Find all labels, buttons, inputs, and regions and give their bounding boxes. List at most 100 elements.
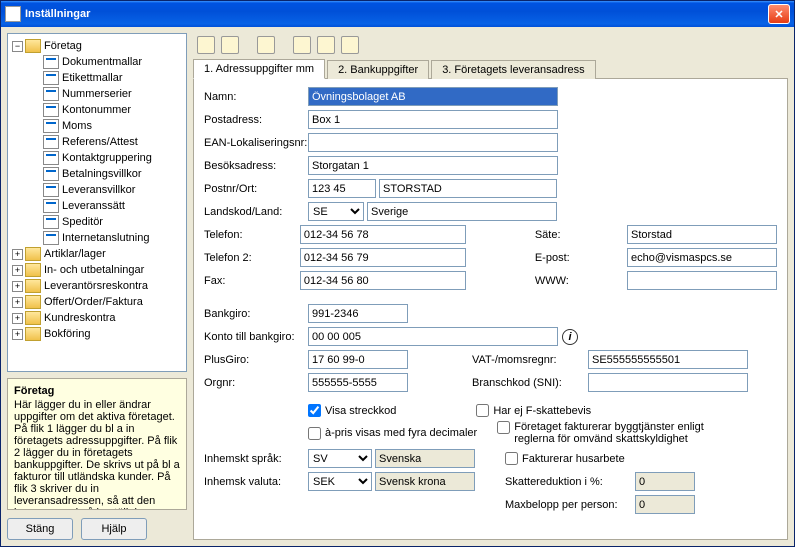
input-www[interactable]	[627, 271, 777, 290]
tab-delivery[interactable]: 3. Företagets leveransadress	[431, 60, 595, 79]
tree-item-lev[interactable]: + Leverantörsreskontra	[10, 278, 184, 294]
edit-icon[interactable]	[257, 36, 275, 54]
label-postadress: Postadress:	[204, 114, 308, 126]
select-valuta[interactable]: SEK	[308, 472, 372, 491]
expand-icon[interactable]: +	[12, 281, 23, 292]
help-button[interactable]: Hjälp	[81, 518, 147, 540]
input-besok[interactable]	[308, 156, 558, 175]
label-namn: Namn:	[204, 91, 308, 103]
tree-item[interactable]: Internetanslutning	[28, 230, 184, 246]
tree-item-inout[interactable]: + In- och utbetalningar	[10, 262, 184, 278]
input-namn[interactable]	[308, 87, 558, 106]
tree-label: Kundreskontra	[44, 312, 116, 324]
input-postnr[interactable]	[308, 179, 376, 198]
input-bransch[interactable]	[588, 373, 748, 392]
tree-item[interactable]: Etikettmallar	[28, 70, 184, 86]
display-valuta	[375, 472, 475, 491]
tab-bank[interactable]: 2. Bankuppgifter	[327, 60, 429, 79]
tree-item[interactable]: Speditör	[28, 214, 184, 230]
tree-item[interactable]: Kontaktgruppering	[28, 150, 184, 166]
tree-label: Bokföring	[44, 328, 90, 340]
input-bankgiro[interactable]	[308, 304, 408, 323]
input-land[interactable]	[367, 202, 557, 221]
check-bygg[interactable]: Företaget fakturerar byggtjänster enligt…	[497, 421, 734, 445]
folder-icon	[25, 39, 41, 53]
collapse-icon[interactable]: −	[12, 41, 23, 52]
tree-label: In- och utbetalningar	[44, 264, 144, 276]
folder-icon	[25, 295, 41, 309]
expand-icon[interactable]: +	[12, 329, 23, 340]
input-sate[interactable]	[627, 225, 777, 244]
select-landskod[interactable]: SE	[308, 202, 364, 221]
tree-item-bokforing[interactable]: + Bokföring	[10, 326, 184, 342]
input-epost[interactable]	[627, 248, 777, 267]
check-streckkod[interactable]: Visa streckkod	[308, 404, 396, 417]
tree-label: Leveransvillkor	[62, 184, 135, 196]
input-telefon2[interactable]	[300, 248, 467, 267]
expand-icon[interactable]: +	[12, 313, 23, 324]
select-sprak[interactable]: SV	[308, 449, 372, 468]
close-button[interactable]: ✕	[768, 4, 790, 24]
tab-address[interactable]: 1. Adressuppgifter mm	[193, 59, 325, 79]
tree-item-kund[interactable]: + Kundreskontra	[10, 310, 184, 326]
tree-label: Nummerserier	[62, 88, 132, 100]
tree-item-artiklar[interactable]: + Artiklar/lager	[10, 246, 184, 262]
delete-icon[interactable]	[221, 36, 239, 54]
input-ort[interactable]	[379, 179, 557, 198]
book-icon[interactable]	[317, 36, 335, 54]
new-icon[interactable]	[197, 36, 215, 54]
doc-icon	[43, 135, 59, 149]
tree-label: Leverantörsreskontra	[44, 280, 148, 292]
tree-item[interactable]: Betalningsvillkor	[28, 166, 184, 182]
doc-icon	[43, 199, 59, 213]
check-apris[interactable]: à-pris visas med fyra decimaler	[308, 427, 477, 440]
tree-item[interactable]: Leveransvillkor	[28, 182, 184, 198]
help-icon[interactable]	[341, 36, 359, 54]
input-telefon[interactable]	[300, 225, 467, 244]
folder-icon	[25, 279, 41, 293]
folder-icon	[25, 263, 41, 277]
expand-icon[interactable]: +	[12, 265, 23, 276]
tree-label: Artiklar/lager	[44, 248, 106, 260]
expand-icon[interactable]: +	[12, 297, 23, 308]
tree-label: Betalningsvillkor	[62, 168, 141, 180]
tree-item[interactable]: Leveranssätt	[28, 198, 184, 214]
label-vat: VAT-/momsregnr:	[468, 354, 588, 366]
check-husarbete[interactable]: Fakturerar husarbete	[505, 452, 625, 465]
input-plusgiro[interactable]	[308, 350, 408, 369]
label-sate: Säte:	[531, 229, 627, 241]
tree-item[interactable]: Dokumentmallar	[28, 54, 184, 70]
print-icon[interactable]	[293, 36, 311, 54]
doc-icon	[43, 151, 59, 165]
input-skattered	[635, 472, 695, 491]
settings-tree[interactable]: − Företag Dokumentmallar Etikettmallar N…	[7, 33, 187, 372]
tree-label: Offert/Order/Faktura	[44, 296, 143, 308]
expand-icon[interactable]: +	[12, 249, 23, 260]
tree-item-offert[interactable]: + Offert/Order/Faktura	[10, 294, 184, 310]
tree-item[interactable]: Kontonummer	[28, 102, 184, 118]
tree-label: Kontonummer	[62, 104, 131, 116]
input-konto[interactable]	[308, 327, 558, 346]
tree-item[interactable]: Referens/Attest	[28, 134, 184, 150]
doc-icon	[43, 215, 59, 229]
close-button-2[interactable]: Stäng	[7, 518, 73, 540]
app-icon	[5, 6, 21, 22]
input-vat[interactable]	[588, 350, 748, 369]
check-fskatt[interactable]: Har ej F-skattebevis	[476, 404, 591, 417]
input-fax[interactable]	[300, 271, 467, 290]
tab-bar: 1. Adressuppgifter mm 2. Bankuppgifter 3…	[193, 57, 788, 79]
tree-root-foretag[interactable]: − Företag	[10, 38, 184, 54]
tree-item[interactable]: Nummerserier	[28, 86, 184, 102]
doc-icon	[43, 87, 59, 101]
tree-item[interactable]: Moms	[28, 118, 184, 134]
input-orgnr[interactable]	[308, 373, 408, 392]
help-title: Företag	[14, 385, 180, 397]
input-ean[interactable]	[308, 133, 558, 152]
info-icon[interactable]: i	[562, 329, 578, 345]
label-land: Landskod/Land:	[204, 206, 308, 218]
input-postadress[interactable]	[308, 110, 558, 129]
label-konto: Konto till bankgiro:	[204, 331, 308, 343]
label-orgnr: Orgnr:	[204, 377, 308, 389]
tree-label: Referens/Attest	[62, 136, 138, 148]
help-panel: Företag Här lägger du in eller ändrar up…	[7, 378, 187, 510]
